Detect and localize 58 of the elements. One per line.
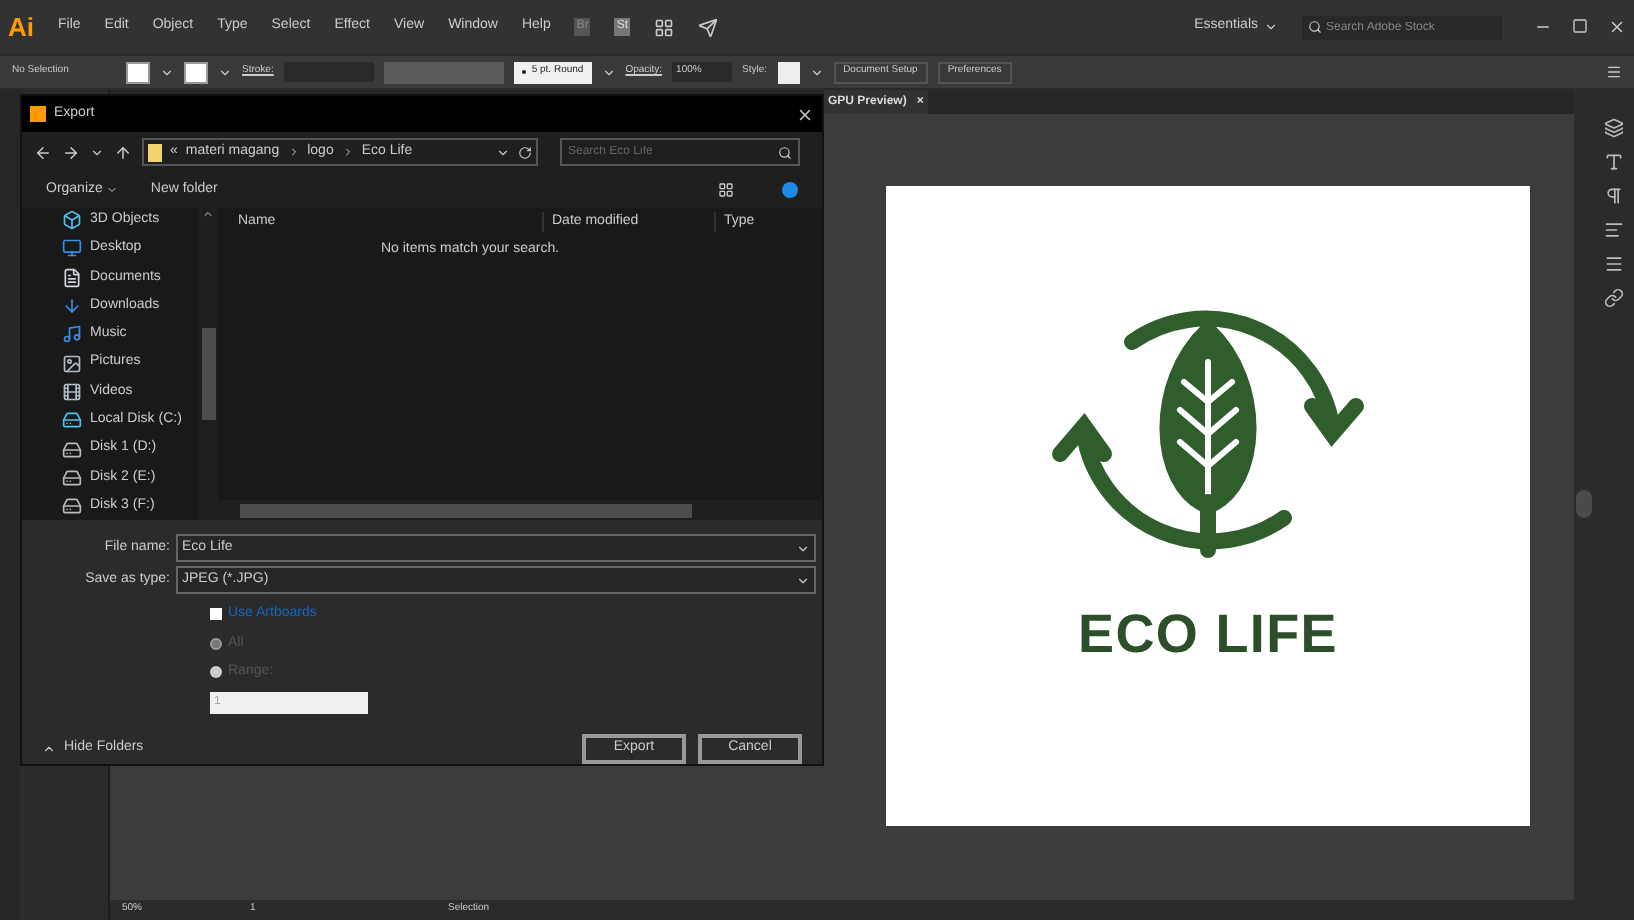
back-icon[interactable]	[34, 143, 52, 161]
refresh-icon[interactable]	[518, 145, 532, 159]
scroll-thumb[interactable]	[240, 503, 692, 517]
forward-icon[interactable]	[62, 143, 80, 161]
caret-icon	[796, 573, 810, 587]
caret-icon[interactable]	[90, 145, 104, 159]
logo-text: ECO LIFE	[1078, 602, 1338, 668]
drive-icon	[62, 496, 82, 517]
download-icon	[62, 296, 82, 317]
caret-icon[interactable]	[809, 65, 824, 79]
close-icon[interactable]	[796, 105, 814, 123]
scroll-thumb[interactable]	[201, 328, 215, 420]
search-icon	[778, 145, 792, 159]
caret-icon	[42, 741, 56, 755]
view-icon[interactable]	[718, 182, 734, 198]
paper-plane-icon[interactable]	[698, 17, 719, 37]
scroll-thumb[interactable]	[1576, 490, 1592, 518]
app-logo[interactable]: Ai	[8, 7, 34, 47]
cube-icon	[62, 210, 82, 231]
maximize-icon[interactable]	[1572, 18, 1588, 34]
up-icon[interactable]	[114, 143, 132, 161]
variable-width-field[interactable]	[383, 61, 504, 83]
caret-icon[interactable]	[160, 65, 174, 79]
caret-icon	[106, 184, 119, 196]
layout-icon[interactable]	[654, 17, 675, 37]
help-icon[interactable]	[782, 182, 798, 198]
link-icon[interactable]	[1604, 288, 1624, 308]
caret-icon	[796, 541, 810, 555]
checkbox[interactable]	[210, 608, 222, 621]
scroll-up-icon[interactable]	[202, 208, 214, 220]
folder-icon	[148, 143, 162, 161]
layers-icon[interactable]	[1604, 118, 1624, 138]
radio-button[interactable]	[210, 666, 222, 679]
caret-icon[interactable]	[496, 145, 510, 159]
monitor-icon	[62, 238, 82, 259]
film-icon	[62, 381, 82, 402]
style-swatch[interactable]	[777, 61, 800, 83]
align-icon[interactable]	[1604, 220, 1624, 240]
document-icon	[62, 267, 82, 288]
stroke-swatch[interactable]	[184, 61, 208, 83]
search-icon	[1308, 20, 1322, 34]
type-icon[interactable]	[1604, 152, 1624, 172]
picture-icon	[62, 353, 82, 374]
radio-button[interactable]	[210, 637, 222, 650]
close-icon[interactable]	[1608, 18, 1626, 36]
chevron-icon	[287, 146, 300, 158]
app-icon	[30, 106, 46, 122]
chevron-icon	[341, 146, 354, 158]
menu-icon[interactable]	[1606, 64, 1622, 80]
music-icon	[62, 324, 82, 345]
drive-icon	[62, 410, 82, 431]
caret-icon[interactable]	[218, 65, 232, 79]
drive-icon	[62, 467, 82, 488]
caret-icon[interactable]	[601, 65, 616, 79]
drive-icon	[62, 439, 82, 460]
caret-icon	[1264, 20, 1278, 34]
paragraph-icon[interactable]	[1604, 186, 1624, 206]
fill-swatch[interactable]	[126, 61, 150, 83]
